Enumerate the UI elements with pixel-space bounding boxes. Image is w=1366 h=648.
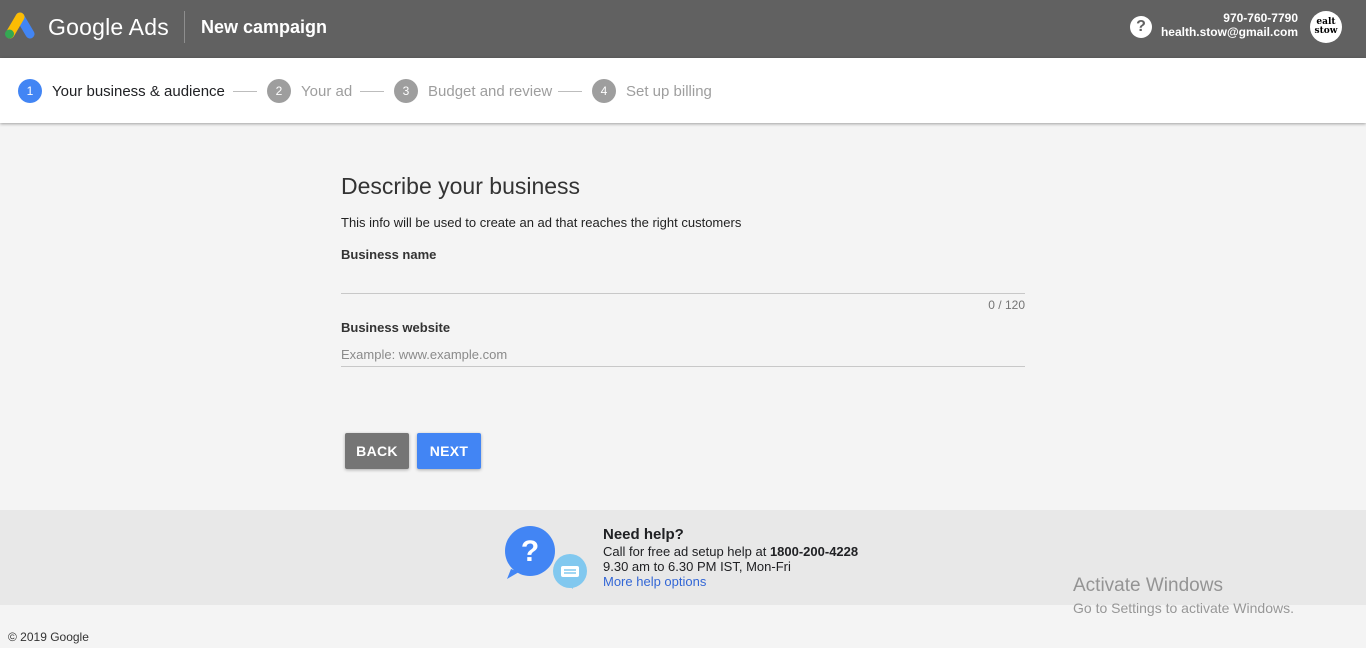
form-title: Describe your business xyxy=(341,173,581,199)
product-name[interactable]: Google Ads xyxy=(48,12,169,42)
help-hours: 9.30 am to 6.30 PM IST, Mon-Fri xyxy=(603,559,791,574)
avatar-text-line-2: stow xyxy=(1314,26,1338,36)
step-connector xyxy=(233,91,257,92)
account-email[interactable]: health.stow@gmail.com xyxy=(1161,25,1298,39)
windows-activation-title: Activate Windows xyxy=(1073,575,1223,596)
back-button[interactable]: BACK xyxy=(345,433,409,469)
step-label: Budget and review xyxy=(428,82,553,100)
step-number: 3 xyxy=(394,79,418,103)
copyright-text: © 2019 Google xyxy=(8,630,89,644)
help-title: Need help? xyxy=(603,526,684,543)
step-label: Set up billing xyxy=(626,82,712,100)
avatar[interactable]: ealt stow xyxy=(1310,11,1342,43)
header-divider xyxy=(184,11,185,43)
business-name-label: Business name xyxy=(341,247,437,262)
step-connector xyxy=(360,91,384,92)
more-help-options-link[interactable]: More help options xyxy=(603,574,706,589)
business-website-label: Business website xyxy=(341,320,451,335)
step-connector xyxy=(558,91,582,92)
business-name-char-counter: 0 / 120 xyxy=(988,298,1025,312)
step-label: Your ad xyxy=(301,82,353,100)
help-phone-number: 1800-200-4228 xyxy=(769,544,859,559)
next-button[interactable]: NEXT xyxy=(417,433,481,469)
help-call-prefix: Call for free ad setup help at xyxy=(603,544,770,559)
account-phone[interactable]: 970-760-7790 xyxy=(1223,11,1298,25)
top-app-bar: Google Ads New campaign ? 970-760-7790 h… xyxy=(0,0,1366,58)
step-number: 4 xyxy=(592,79,616,103)
business-name-input[interactable] xyxy=(341,270,1025,294)
windows-activation-subtitle: Go to Settings to activate Windows. xyxy=(1073,600,1294,616)
help-chat-illustration-icon: ? xyxy=(505,526,587,589)
step-label: Your business & audience xyxy=(52,82,225,100)
step-set-up-billing[interactable]: 4 Set up billing xyxy=(592,79,712,103)
help-call-text: Call for free ad setup help at 1800-200-… xyxy=(603,544,858,559)
business-website-input[interactable] xyxy=(341,343,1025,367)
campaign-stepper: 1 Your business & audience 2 Your ad 3 B… xyxy=(0,58,1366,123)
form-description: This info will be used to create an ad t… xyxy=(341,215,742,230)
step-your-business[interactable]: 1 Your business & audience xyxy=(18,79,225,103)
step-number: 1 xyxy=(18,79,42,103)
google-ads-logo-icon[interactable] xyxy=(3,12,36,39)
step-number: 2 xyxy=(267,79,291,103)
step-your-ad[interactable]: 2 Your ad xyxy=(267,79,352,103)
help-question-mark: ? xyxy=(521,535,539,568)
step-budget-review[interactable]: 3 Budget and review xyxy=(394,79,552,103)
page-title: New campaign xyxy=(201,17,328,37)
help-icon[interactable]: ? xyxy=(1130,16,1152,38)
